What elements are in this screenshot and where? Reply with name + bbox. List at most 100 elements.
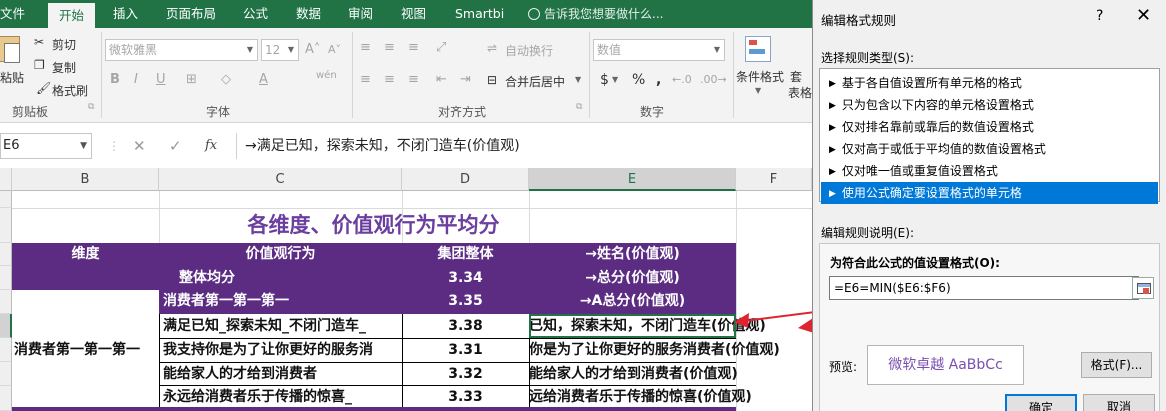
row-header[interactable] — [0, 386, 12, 411]
formula-input[interactable]: →满足已知，探索未知，不闭门造车(价值观) — [236, 133, 812, 159]
copy-icon[interactable]: ❐ — [34, 58, 45, 72]
select-all-corner[interactable] — [0, 168, 12, 191]
comma-style-icon[interactable]: , — [656, 72, 661, 88]
tell-me-box[interactable]: 告诉我您想要做什么... — [528, 0, 663, 28]
row-header[interactable] — [0, 290, 12, 314]
orientation-icon[interactable]: ⤢ — [436, 40, 446, 55]
tab-view[interactable]: 视图 — [401, 0, 426, 28]
decrease-indent-icon[interactable]: ⇤ — [436, 72, 447, 87]
tab-formulas[interactable]: 公式 — [243, 0, 268, 28]
behavior-cell[interactable]: 满足已知_探索未知_不闭门造车_ — [163, 314, 401, 338]
behavior-cell[interactable]: 能给家人的才给到消费者 — [163, 362, 401, 386]
rule-type-item[interactable]: ▶ 仅对唯一值或重复值设置格式 — [821, 160, 1158, 182]
font-name-combo[interactable]: 微软雅黑 ▼ — [105, 39, 258, 61]
wrap-text-icon[interactable]: ⇌ — [487, 41, 497, 55]
format-as-table-label[interactable]: 表格 — [788, 84, 812, 101]
cut-icon[interactable]: ✂ — [34, 35, 44, 49]
column-header-c[interactable]: C — [159, 168, 402, 191]
align-top-icon[interactable]: ≡ — [360, 40, 371, 55]
conditional-format-icon[interactable] — [745, 36, 771, 62]
row-header[interactable] — [0, 314, 12, 338]
format-button[interactable]: 格式(F)... — [1081, 352, 1152, 378]
subheader-e[interactable]: →A总分(价值观) — [529, 290, 736, 313]
tab-insert[interactable]: 插入 — [113, 0, 138, 28]
header-group-total[interactable]: 集团整体 — [402, 243, 529, 266]
overall-label[interactable]: 整体均分 — [12, 267, 402, 290]
value-cell[interactable]: 3.31 — [402, 338, 529, 362]
alignment-launcher-icon[interactable]: ⧉ — [576, 102, 582, 112]
column-header-b[interactable]: B — [12, 168, 159, 191]
rule-type-item[interactable]: ▶ 仅对排名靠前或靠后的数值设置格式 — [821, 116, 1158, 138]
rule-type-list[interactable]: ▶ 基于各自值设置所有单元格的格式 ▶ 只为包含以下内容的单元格设置格式 ▶ 仅对排名… — [819, 68, 1160, 204]
percent-icon[interactable]: % — [632, 72, 645, 88]
name-cell[interactable]: 能给家人的才给到消费者(价值观) — [529, 362, 812, 386]
merge-center-icon[interactable]: ⊟ — [487, 73, 497, 87]
tab-smartbi[interactable]: Smartbi — [455, 0, 504, 28]
format-painter-button[interactable]: 格式刷 — [52, 82, 88, 99]
number-format-combo[interactable]: 数值 ▼ — [593, 39, 725, 61]
enter-check-icon[interactable]: ✓ — [169, 133, 182, 159]
worksheet-grid[interactable]: B C D E F 各维度、价值观行为平均分 维度 价值观行为 集团整体 →姓名… — [0, 168, 812, 411]
close-icon[interactable]: ✕ — [1136, 5, 1151, 26]
align-middle-icon[interactable]: ≡ — [384, 40, 395, 55]
chevron-down-icon[interactable]: ▼ — [755, 86, 761, 95]
subheader-behavior[interactable]: 消费者第一第一第一 — [163, 290, 402, 313]
cancel-button[interactable]: 取消 — [1083, 394, 1155, 411]
column-header-f[interactable]: F — [736, 168, 812, 191]
header-behavior[interactable]: 价值观行为 — [159, 243, 402, 266]
value-cell[interactable]: 3.33 — [402, 385, 529, 409]
rule-type-item[interactable]: ▶ 基于各自值设置所有单元格的格式 — [821, 72, 1158, 94]
decrease-decimal-icon[interactable]: .00→ — [700, 73, 727, 86]
paste-button[interactable]: 粘贴 — [0, 69, 24, 86]
cancel-icon[interactable]: ✕ — [133, 133, 146, 159]
fill-color-icon[interactable]: ◇ — [221, 72, 231, 87]
borders-icon[interactable]: ⊞ — [186, 72, 197, 87]
rule-type-item[interactable]: ▶ 只为包含以下内容的单元格设置格式 — [821, 94, 1158, 116]
grow-font-icon[interactable]: A˄ — [305, 42, 320, 57]
sheet-title[interactable]: 各维度、价值观行为平均分 — [12, 208, 735, 243]
underline-icon[interactable]: U — [156, 72, 166, 87]
ok-button[interactable]: 确定 — [1005, 394, 1077, 411]
value-cell[interactable]: 3.32 — [402, 362, 529, 386]
help-button[interactable]: ? — [1096, 8, 1103, 24]
shrink-font-icon[interactable]: A˅ — [328, 43, 341, 56]
tab-data[interactable]: 数据 — [296, 0, 321, 28]
rule-type-item[interactable]: ▶ 仅对高于或低于平均值的数值设置格式 — [821, 138, 1158, 160]
cut-button[interactable]: 剪切 — [52, 36, 76, 53]
font-color-icon[interactable]: A — [259, 72, 268, 87]
overall-value[interactable]: 3.34 — [402, 267, 529, 290]
subheader-value[interactable]: 3.35 — [402, 290, 529, 313]
rule-type-item-selected[interactable]: ▶ 使用公式确定要设置格式的单元格 — [821, 182, 1158, 204]
format-as-table-partial[interactable]: 套 — [790, 68, 802, 85]
formula-field[interactable]: =E6=MIN($E6:$F6) — [829, 276, 1139, 300]
header-name-col[interactable]: →姓名(价值观) — [529, 243, 736, 266]
chevron-down-icon[interactable]: ▼ — [575, 75, 581, 84]
align-right-icon[interactable]: ≡ — [408, 72, 419, 87]
behavior-cell[interactable]: 我支持你是为了让你更好的服务消 — [163, 338, 401, 362]
format-painter-icon[interactable]: 🖌 — [36, 81, 51, 95]
copy-button[interactable]: 复制 — [52, 59, 76, 76]
row-header[interactable] — [0, 362, 12, 386]
align-left-icon[interactable]: ≡ — [360, 72, 371, 87]
currency-icon[interactable]: $ — [600, 72, 609, 88]
header-dimension[interactable]: 维度 — [12, 243, 159, 266]
row-header[interactable] — [0, 191, 12, 208]
row-header[interactable] — [0, 243, 12, 266]
tab-home[interactable]: 开始 — [48, 3, 96, 28]
bold-icon[interactable]: B — [110, 72, 120, 87]
merge-center-button[interactable]: 合并后居中 — [505, 73, 565, 90]
tab-review[interactable]: 审阅 — [348, 0, 373, 28]
behavior-cell[interactable]: 永远给消费者乐于传播的惊喜_ — [163, 385, 401, 409]
paste-icon[interactable] — [0, 36, 20, 63]
column-header-d[interactable]: D — [402, 168, 529, 191]
chevron-down-icon[interactable]: ▼ — [612, 75, 618, 84]
name-cell[interactable]: 远给消费者乐于传播的惊喜(价值观) — [529, 385, 812, 409]
increase-decimal-icon[interactable]: ←.0 — [672, 73, 692, 86]
align-bottom-icon[interactable]: ≡ — [408, 40, 419, 55]
tab-file[interactable]: 文件 — [0, 0, 25, 28]
row-header[interactable] — [0, 208, 12, 243]
active-cell-selection[interactable] — [529, 314, 736, 338]
row-header[interactable] — [0, 266, 12, 290]
tab-page-layout[interactable]: 页面布局 — [166, 0, 216, 28]
range-picker-icon[interactable] — [1132, 277, 1154, 299]
